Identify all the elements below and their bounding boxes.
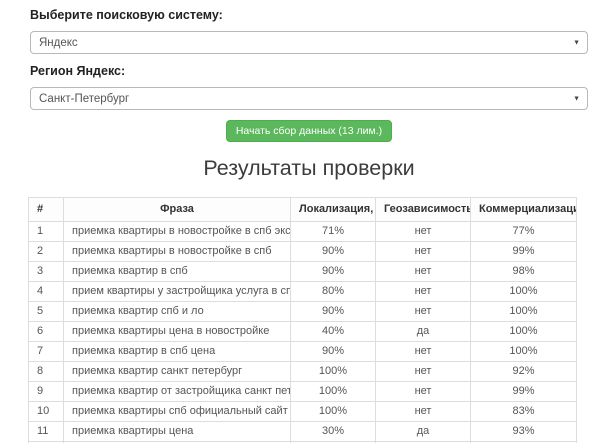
commercialization-cell: 100% bbox=[470, 341, 577, 362]
localization-cell: 71% bbox=[290, 221, 376, 242]
start-collection-button[interactable]: Начать сбор данных (13 лим.) bbox=[225, 120, 393, 142]
table-row: 10 приемка квартиры спб официальный сайт 1… bbox=[28, 401, 577, 422]
geodependency-cell: нет bbox=[375, 301, 471, 322]
localization-cell: 100% bbox=[290, 381, 376, 402]
region-select-wrap: Санкт-Петербург ▼ bbox=[30, 87, 588, 110]
row-number-cell: 5 bbox=[28, 301, 64, 322]
geodependency-cell: нет bbox=[375, 341, 471, 362]
column-header-localization: Локализация, % bbox=[290, 197, 376, 222]
phrase-cell: приемка квартир спб и ло bbox=[63, 301, 291, 322]
geodependency-cell: нет bbox=[375, 381, 471, 402]
row-number-cell: 8 bbox=[28, 361, 64, 382]
column-header-number: # bbox=[28, 197, 64, 222]
region-select[interactable]: Санкт-Петербург bbox=[30, 87, 588, 110]
commercialization-cell: 98% bbox=[470, 261, 577, 282]
geodependency-cell: нет bbox=[375, 261, 471, 282]
geodependency-cell: нет bbox=[375, 221, 471, 242]
localization-cell: 90% bbox=[290, 341, 376, 362]
column-header-geodependency: Геозависимость bbox=[375, 197, 471, 222]
region-label: Регион Яндекс: bbox=[30, 64, 126, 78]
phrase-cell: приемка квартир санкт петербург bbox=[63, 361, 291, 382]
phrase-cell: приемка квартир от застройщика санкт пет… bbox=[63, 381, 291, 402]
phrase-cell: приемка квартиры цена bbox=[63, 421, 291, 442]
results-title: Результаты проверки bbox=[203, 156, 415, 180]
table-row: 5 приемка квартир спб и ло 90% нет 100% bbox=[28, 301, 577, 322]
phrase-cell: приемка квартиры спб официальный сайт bbox=[63, 401, 291, 422]
results-table-body: 1 приемка квартиры в новостройке в спб эк… bbox=[28, 221, 577, 443]
commercialization-cell: 99% bbox=[470, 381, 577, 402]
header-row: # Фраза Локализация, % Геозависимость Ко… bbox=[28, 197, 577, 222]
commercialization-cell: 93% bbox=[470, 421, 577, 442]
commercialization-cell: 99% bbox=[470, 241, 577, 262]
row-number-cell: 10 bbox=[28, 401, 64, 422]
commercialization-cell: 100% bbox=[470, 301, 577, 322]
geodependency-cell: нет bbox=[375, 241, 471, 262]
page: Выберите поисковую систему: Яндекс ▼ Рег… bbox=[0, 0, 600, 443]
commercialization-cell: 83% bbox=[470, 401, 577, 422]
geodependency-cell: нет bbox=[375, 401, 471, 422]
phrase-cell: приемка квартиры в новостройке в спб bbox=[63, 241, 291, 262]
phrase-cell: приемка квартир в спб bbox=[63, 261, 291, 282]
table-row: 2 приемка квартиры в новостройке в спб 90%… bbox=[28, 241, 577, 262]
geodependency-cell: да bbox=[375, 421, 471, 442]
phrase-cell: приемка квартиры в новостройке в спб экс… bbox=[63, 221, 291, 242]
commercialization-cell: 100% bbox=[470, 281, 577, 302]
column-header-phrase: Фраза bbox=[63, 197, 291, 222]
localization-cell: 100% bbox=[290, 361, 376, 382]
phrase-cell: приемка квартиры цена в новостройке bbox=[63, 321, 291, 342]
table-row: 7 приемка квартир в спб цена 90% нет 100% bbox=[28, 341, 577, 362]
results-table: # Фраза Локализация, % Геозависимость Ко… bbox=[28, 197, 577, 443]
row-number-cell: 11 bbox=[28, 421, 64, 442]
phrase-cell: прием квартиры у застройщика услуга в сп… bbox=[63, 281, 291, 302]
column-header-commercialization: Коммерциализация, % bbox=[470, 197, 577, 222]
row-number-cell: 3 bbox=[28, 261, 64, 282]
localization-cell: 80% bbox=[290, 281, 376, 302]
commercialization-cell: 92% bbox=[470, 361, 577, 382]
geodependency-cell: нет bbox=[375, 361, 471, 382]
table-row: 11 приемка квартиры цена 30% да 93% bbox=[28, 421, 577, 442]
localization-cell: 90% bbox=[290, 241, 376, 262]
button-row: Начать сбор данных (13 лим.) bbox=[30, 120, 588, 142]
search-engine-select[interactable]: Яндекс bbox=[30, 31, 588, 54]
row-number-cell: 9 bbox=[28, 381, 64, 402]
row-number-cell: 4 bbox=[28, 281, 64, 302]
localization-cell: 100% bbox=[290, 401, 376, 422]
localization-cell: 90% bbox=[290, 261, 376, 282]
geodependency-cell: нет bbox=[375, 281, 471, 302]
localization-cell: 30% bbox=[290, 421, 376, 442]
table-row: 4 прием квартиры у застройщика услуга в с… bbox=[28, 281, 577, 302]
row-number-cell: 1 bbox=[28, 221, 64, 242]
table-row: 8 приемка квартир санкт петербург 100% нет 9… bbox=[28, 361, 577, 382]
phrase-cell: приемка квартир в спб цена bbox=[63, 341, 291, 362]
localization-cell: 90% bbox=[290, 301, 376, 322]
commercialization-cell: 100% bbox=[470, 321, 577, 342]
search-engine-label: Выберите поисковую систему: bbox=[30, 8, 223, 22]
row-number-cell: 2 bbox=[28, 241, 64, 262]
table-row: 3 приемка квартир в спб 90% нет 98% bbox=[28, 261, 577, 282]
results-table-header: # Фраза Локализация, % Геозависимость Ко… bbox=[28, 197, 577, 222]
row-number-cell: 6 bbox=[28, 321, 64, 342]
row-number-cell: 7 bbox=[28, 341, 64, 362]
geodependency-cell: да bbox=[375, 321, 471, 342]
table-row: 6 приемка квартиры цена в новостройке 40% д… bbox=[28, 321, 577, 342]
table-row: 9 приемка квартир от застройщика санкт пе… bbox=[28, 381, 577, 402]
table-row: 1 приемка квартиры в новостройке в спб эк… bbox=[28, 221, 577, 242]
search-engine-select-wrap: Яндекс ▼ bbox=[30, 31, 588, 54]
commercialization-cell: 77% bbox=[470, 221, 577, 242]
localization-cell: 40% bbox=[290, 321, 376, 342]
